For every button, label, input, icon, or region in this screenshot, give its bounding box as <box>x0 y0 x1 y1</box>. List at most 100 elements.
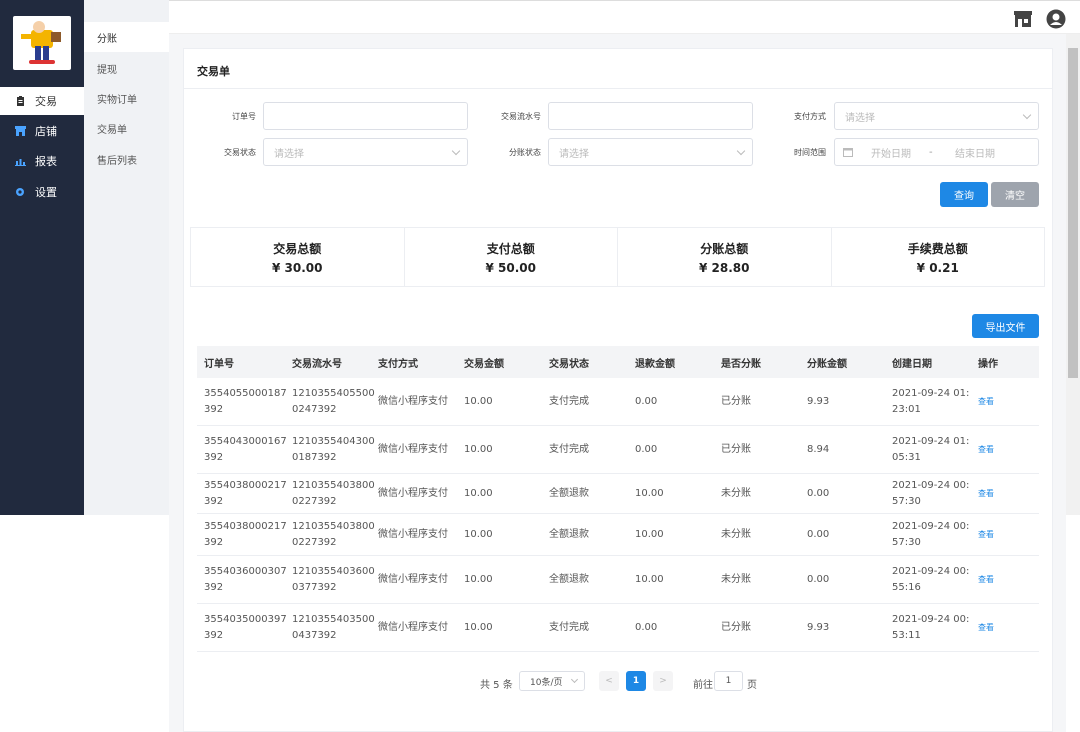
cell-created-date-line: 55:16 <box>892 582 921 593</box>
submenu-item-split[interactable]: 分账 <box>84 22 169 52</box>
table-row: 3554055000187 392 1210355405500 0247392 微信小程… <box>197 378 1039 426</box>
table-row: 3554035000397 392 1210355403500 0437392 微信小程… <box>197 604 1039 652</box>
cell-refund: 0.00 <box>635 444 658 455</box>
export-button[interactable]: 导出文件 <box>972 314 1039 338</box>
cell-split-amount: 0.00 <box>807 529 830 540</box>
submenu-item-after-sales[interactable]: 售后列表 <box>84 144 169 174</box>
cell-created-date: 2021-09-24 01: 23:01 <box>892 378 969 426</box>
page-scrollbar[interactable] <box>1066 34 1080 515</box>
cell-order-no: 3554035000397 392 <box>204 604 287 652</box>
chevron-down-icon <box>1022 110 1032 120</box>
range-separator: - <box>929 146 933 158</box>
cell-trade-status: 支付完成 <box>549 444 589 455</box>
cell-created-date: 2021-09-24 00: 53:11 <box>892 604 969 652</box>
main-sidebar: 交易 店铺 报表 设置 <box>0 0 84 515</box>
cell-serial-no-line: 0227392 <box>292 537 337 548</box>
cell-serial-no-line: 1210355403500 <box>292 614 375 625</box>
page-number-current[interactable]: 1 <box>626 671 646 691</box>
stat-fee-total: 手续费总额 ¥ 0.21 <box>832 228 1045 286</box>
app-logo[interactable] <box>13 16 71 70</box>
store-icon[interactable] <box>1013 9 1033 29</box>
stat-label: 交易总额 <box>273 241 322 256</box>
column-header: 订单号 <box>204 358 234 370</box>
order-no-input[interactable] <box>263 102 468 130</box>
cell-refund: 10.00 <box>635 488 664 499</box>
view-link[interactable]: 查看 <box>978 514 994 556</box>
trade-status-select[interactable]: 请选择 <box>263 138 468 166</box>
sidebar-item-store[interactable]: 店铺 <box>0 117 84 145</box>
cell-split-amount: 0.00 <box>807 574 830 585</box>
cell-serial-no-line: 0437392 <box>292 630 337 641</box>
submenu-item-withdraw[interactable]: 提现 <box>84 53 169 83</box>
clear-button[interactable]: 清空 <box>991 182 1039 207</box>
cell-trade-status: 支付完成 <box>549 396 589 407</box>
column-header: 操作 <box>978 358 998 370</box>
top-header <box>169 0 1080 34</box>
sidebar-item-report[interactable]: 报表 <box>0 147 84 175</box>
cell-amount: 10.00 <box>464 574 493 585</box>
sidebar-item-label: 交易 <box>35 95 57 108</box>
cell-created-date-line: 23:01 <box>892 404 921 415</box>
order-no-label: 订单号 <box>232 112 256 121</box>
cell-split-amount: 9.93 <box>807 396 830 407</box>
date-range-picker[interactable]: 开始日期 - 结束日期 <box>834 138 1039 166</box>
view-link[interactable]: 查看 <box>978 426 994 474</box>
cell-pay-method: 微信小程序支付 <box>378 444 448 455</box>
cell-order-no-line: 3554043000167 <box>204 436 287 447</box>
cell-refund: 10.00 <box>635 529 664 540</box>
view-link[interactable]: 查看 <box>978 474 994 514</box>
user-avatar-icon[interactable] <box>1046 9 1066 29</box>
gear-icon <box>14 187 26 197</box>
submenu-item-physical-orders[interactable]: 实物订单 <box>84 83 169 113</box>
next-page-button[interactable]: > <box>653 671 673 691</box>
view-link[interactable]: 查看 <box>978 378 994 426</box>
column-header: 分账金额 <box>807 358 847 370</box>
cell-serial-no-line: 1210355403800 <box>292 480 375 491</box>
sub-sidebar: 分账 提现 实物订单 交易单 售后列表 <box>84 0 169 515</box>
pay-method-select[interactable]: 请选择 <box>834 102 1039 130</box>
cell-refund: 0.00 <box>635 396 658 407</box>
stat-value: ¥ 28.80 <box>699 260 750 275</box>
column-header: 支付方式 <box>378 358 418 370</box>
clipboard-icon <box>14 96 26 106</box>
calendar-icon <box>843 147 853 157</box>
prev-page-button[interactable]: < <box>599 671 619 691</box>
cell-order-no: 3554036000307 392 <box>204 556 287 604</box>
cell-order-no-line: 3554038000217 <box>204 480 287 491</box>
sidebar-item-settings[interactable]: 设置 <box>0 178 84 206</box>
stat-split-total: 分账总额 ¥ 28.80 <box>618 228 832 286</box>
cell-created-date: 2021-09-24 01: 05:31 <box>892 426 969 474</box>
stat-value: ¥ 30.00 <box>272 260 323 275</box>
goto-page-input[interactable]: 1 <box>714 671 743 691</box>
query-button[interactable]: 查询 <box>940 182 988 207</box>
cell-amount: 10.00 <box>464 444 493 455</box>
store-icon <box>14 126 26 136</box>
stat-label: 分账总额 <box>700 241 749 256</box>
scrollbar-thumb[interactable] <box>1068 48 1078 378</box>
cell-amount: 10.00 <box>464 529 493 540</box>
sidebar-item-trade[interactable]: 交易 <box>0 87 84 115</box>
cell-trade-status: 全额退款 <box>549 574 589 585</box>
cell-trade-status: 支付完成 <box>549 622 589 633</box>
end-date-placeholder[interactable]: 结束日期 <box>955 145 995 160</box>
pay-method-label: 支付方式 <box>794 112 826 121</box>
split-status-select[interactable]: 请选择 <box>548 138 753 166</box>
time-range-label: 时间范围 <box>794 148 826 157</box>
table-row: 3554038000217 392 1210355403800 0227392 微信小程… <box>197 474 1039 514</box>
cell-split-flag: 已分账 <box>721 444 751 455</box>
stat-pay-total: 支付总额 ¥ 50.00 <box>405 228 618 286</box>
view-link[interactable]: 查看 <box>978 556 994 604</box>
start-date-placeholder[interactable]: 开始日期 <box>871 145 929 160</box>
submenu-item-trade-orders[interactable]: 交易单 <box>84 113 169 143</box>
cell-serial-no-line: 1210355404300 <box>292 436 375 447</box>
cell-order-no-line: 3554035000397 <box>204 614 287 625</box>
submenu-item-label: 分账 <box>97 33 117 45</box>
table-row: 3554036000307 392 1210355403600 0377392 微信小程… <box>197 556 1039 604</box>
column-header: 交易金额 <box>464 358 504 370</box>
cell-split-amount: 9.93 <box>807 622 830 633</box>
page-size-select[interactable]: 10条/页 <box>519 671 585 691</box>
cell-trade-status: 全额退款 <box>549 529 589 540</box>
view-link[interactable]: 查看 <box>978 604 994 652</box>
serial-no-input[interactable] <box>548 102 753 130</box>
goto-label: 前往 <box>693 680 713 691</box>
